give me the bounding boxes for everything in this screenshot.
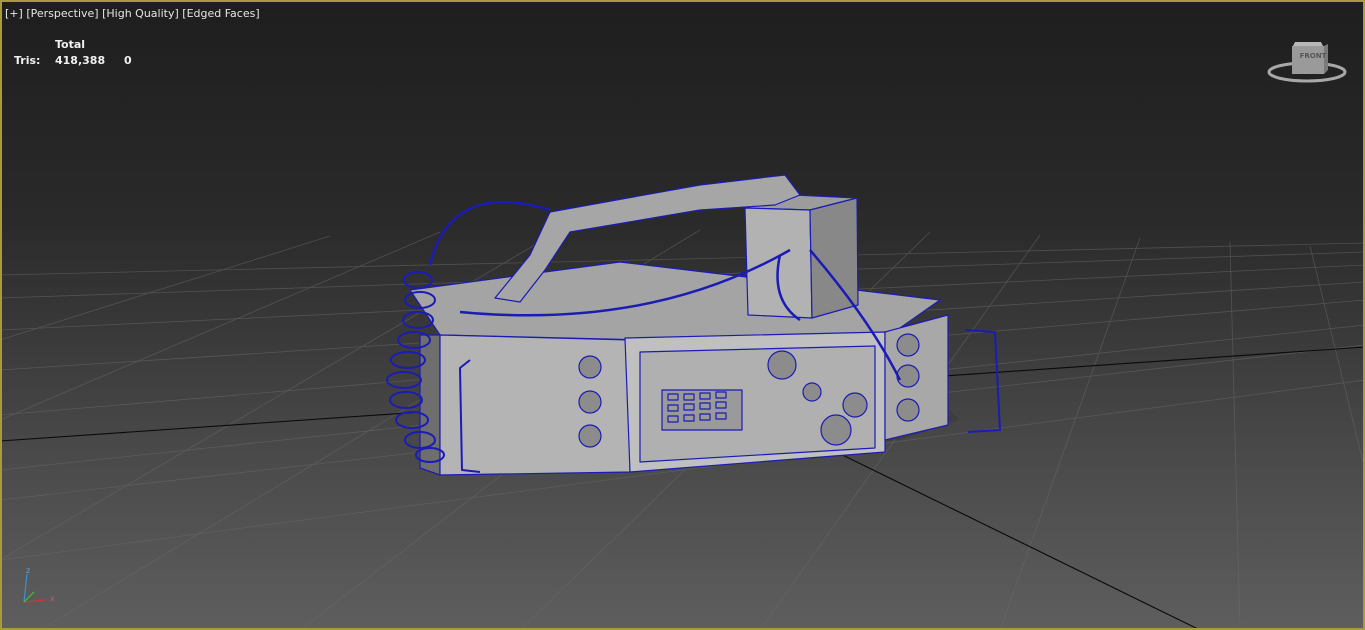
viewport-scene[interactable] (0, 0, 1365, 630)
stats-tris-selected: 0 (124, 54, 132, 67)
x-axis-label: x (50, 594, 55, 603)
stats-tris-label: Tris: (14, 54, 41, 67)
stats-header: Total (55, 38, 86, 51)
z-axis-line (23, 573, 28, 603)
viewport-point-of-view-menu[interactable]: [Perspective] (26, 7, 98, 20)
x-axis-line (23, 599, 47, 603)
viewcube-front-face[interactable] (1292, 46, 1324, 74)
viewcube[interactable]: FRONT (1265, 36, 1350, 88)
viewcube-face-label: FRONT (1299, 52, 1327, 60)
radio-model[interactable] (386, 174, 1001, 476)
viewport-general-menu[interactable]: [+] (5, 7, 23, 20)
keypad (661, 389, 743, 431)
viewcube-top-face[interactable] (1293, 42, 1323, 46)
stats-tris-total: 418,388 (55, 54, 106, 67)
z-axis-label: z (26, 566, 31, 575)
radio-left-panel (439, 334, 631, 476)
radio-top-face (409, 261, 941, 341)
viewport-label-menu: [+] [Perspective] [High Quality] [Edged … (5, 7, 260, 20)
viewport-quality-menu[interactable]: [High Quality] (102, 7, 179, 20)
viewport-shading-menu[interactable]: [Edged Faces] (182, 7, 259, 20)
axis-tripod: z x (10, 566, 65, 610)
